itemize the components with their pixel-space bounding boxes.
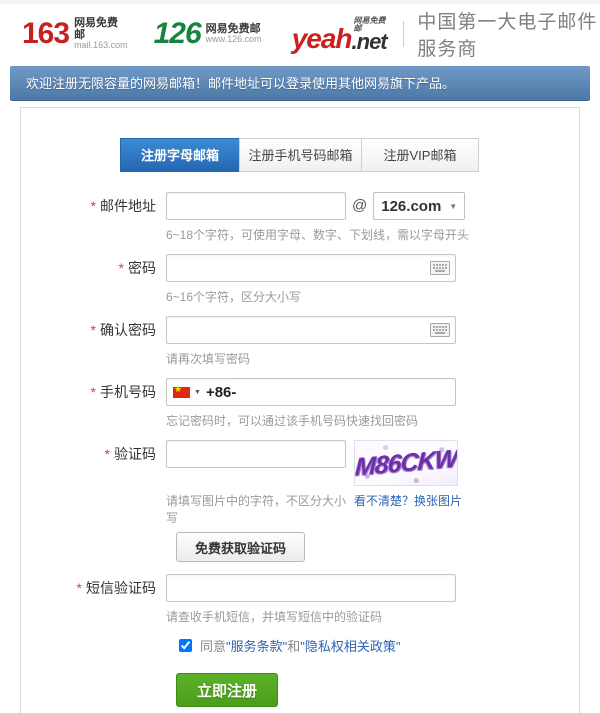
- domain-select[interactable]: 126.com ▼: [373, 192, 465, 220]
- required-marker: *: [91, 384, 96, 400]
- privacy-link[interactable]: "隐私权相关政策": [300, 639, 400, 654]
- logo-yeah-suffix: .net: [352, 33, 387, 52]
- china-flag-icon[interactable]: ★: [173, 387, 190, 398]
- email-row: *邮件地址 @ 126.com ▼ 6~18个字符，可使用字母、数字、下划线，需…: [21, 192, 579, 243]
- welcome-banner: 欢迎注册无限容量的网易邮箱！邮件地址可以登录使用其他网易旗下产品。: [10, 66, 590, 101]
- agreement-row: 同意"服务条款"和"隐私权相关政策": [179, 636, 579, 655]
- keyboard-icon[interactable]: [430, 261, 450, 280]
- tab-letter-mailbox[interactable]: 注册字母邮箱: [120, 138, 240, 172]
- logo-126[interactable]: 126 网易免费邮 www.126.com: [154, 17, 262, 51]
- captcha-input[interactable]: [166, 440, 346, 468]
- required-marker: *: [105, 446, 110, 462]
- tab-mobile-mailbox[interactable]: 注册手机号码邮箱: [239, 138, 362, 172]
- phone-input-box: ★ ▼ +86-: [166, 378, 456, 406]
- domain-select-value: 126.com: [381, 198, 441, 215]
- logo-163-domain: mail.163.com: [74, 41, 128, 51]
- password-label: *密码: [21, 254, 166, 305]
- password-hint: 6~16个字符，区分大小写: [166, 288, 579, 305]
- logo-163-number: 163: [22, 17, 69, 51]
- sms-code-row: *短信验证码 请查收手机短信，并填写短信中的验证码: [21, 574, 579, 625]
- required-marker: *: [91, 198, 96, 214]
- confirm-password-hint: 请再次填写密码: [166, 350, 579, 367]
- email-hint: 6~18个字符，可使用字母、数字、下划线，需以字母开头: [166, 226, 579, 243]
- captcha-hint: 请填写图片中的字符，不区分大小写: [166, 492, 354, 526]
- terms-link[interactable]: "服务条款": [226, 639, 287, 654]
- logo-163[interactable]: 163 网易免费邮 mail.163.com: [22, 17, 128, 51]
- password-row: *密码 6~16个字符，区分大小写: [21, 254, 579, 305]
- chevron-down-icon: ▼: [449, 202, 457, 211]
- confirm-password-row: *确认密码 请再次填写密码: [21, 316, 579, 367]
- registration-page: 163 网易免费邮 mail.163.com 126 网易免费邮 www.126…: [0, 0, 600, 713]
- sms-code-input[interactable]: [166, 574, 456, 602]
- at-sign: @: [352, 192, 367, 220]
- sms-code-hint: 请查收手机短信，并填写短信中的验证码: [166, 608, 579, 625]
- captcha-row: *验证码 M86CKW 请填写图片中的字符，不区分大小写 看不清楚？换张图片: [21, 440, 579, 526]
- chevron-down-icon[interactable]: ▼: [194, 389, 201, 396]
- logo-163-name: 网易免费邮: [74, 17, 128, 41]
- captcha-image: M86CKW: [354, 440, 458, 486]
- header-slogan: 中国第一大电子邮件服务商: [417, 7, 600, 61]
- header-separator: [403, 21, 404, 47]
- form-panel: 注册字母邮箱 注册手机号码邮箱 注册VIP邮箱 *邮件地址 @ 126.com …: [20, 107, 580, 713]
- sms-code-label: *短信验证码: [21, 574, 166, 625]
- logo-126-domain: www.126.com: [206, 35, 262, 45]
- logo-yeah-main: yeah: [292, 26, 352, 51]
- captcha-text: M86CKW: [354, 444, 457, 482]
- email-input[interactable]: [166, 192, 346, 220]
- confirm-password-label: *确认密码: [21, 316, 166, 367]
- register-tabs: 注册字母邮箱 注册手机号码邮箱 注册VIP邮箱: [120, 138, 579, 172]
- required-marker: *: [119, 260, 124, 276]
- agreement-checkbox[interactable]: [179, 639, 192, 652]
- captcha-label: *验证码: [21, 440, 166, 526]
- agreement-text: 同意"服务条款"和"隐私权相关政策": [200, 636, 401, 655]
- confirm-password-input[interactable]: [166, 316, 456, 344]
- logo-yeahnet[interactable]: yeah 网易免费邮 .net: [292, 17, 387, 52]
- required-marker: *: [91, 322, 96, 338]
- registration-form: *邮件地址 @ 126.com ▼ 6~18个字符，可使用字母、数字、下划线，需…: [21, 192, 579, 707]
- phone-input[interactable]: [236, 380, 455, 404]
- phone-prefix: +86-: [206, 384, 236, 401]
- captcha-refresh-link[interactable]: 看不清楚？换张图片: [354, 492, 462, 526]
- get-sms-code-button[interactable]: 免费获取验证码: [176, 532, 305, 562]
- phone-label: *手机号码: [21, 378, 166, 429]
- required-marker: *: [77, 580, 82, 596]
- logo-126-number: 126: [154, 17, 201, 51]
- tab-vip-mailbox[interactable]: 注册VIP邮箱: [361, 138, 479, 172]
- header: 163 网易免费邮 mail.163.com 126 网易免费邮 www.126…: [0, 4, 600, 64]
- keyboard-icon[interactable]: [430, 323, 450, 342]
- password-input[interactable]: [166, 254, 456, 282]
- phone-row: *手机号码 ★ ▼ +86- 忘记密码时，可以通过该手机号码快速找回密码: [21, 378, 579, 429]
- phone-hint: 忘记密码时，可以通过该手机号码快速找回密码: [166, 412, 579, 429]
- register-now-button[interactable]: 立即注册: [176, 673, 278, 707]
- email-label: *邮件地址: [21, 192, 166, 243]
